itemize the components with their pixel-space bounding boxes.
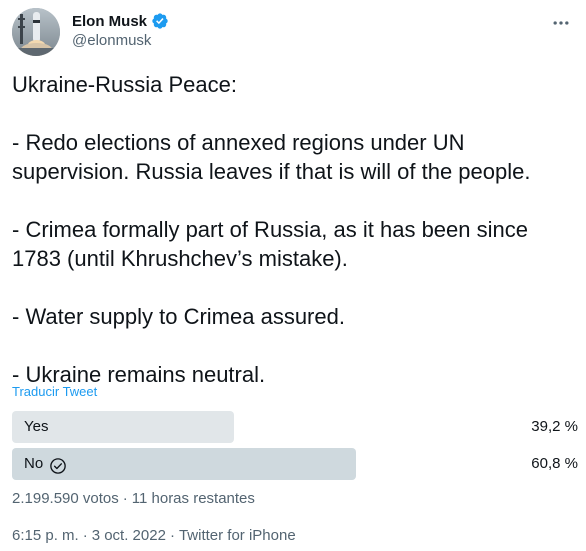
poll-option-text: No [24,455,44,472]
tweet-date[interactable]: 3 oct. 2022 [92,527,166,544]
poll-option-label: Yes [24,411,48,443]
translate-tweet-link[interactable]: Traducir Tweet [12,384,97,399]
tweet-source[interactable]: Twitter for iPhone [179,527,296,544]
poll-votes: 2.199.590 votos [12,490,119,507]
author-row: Elon Musk [72,11,169,31]
poll-option-percent: 60,8 % [531,455,578,472]
tweet-time[interactable]: 6:15 p. m. [12,527,79,544]
verified-badge-icon [151,12,169,30]
poll-meta: 2.199.590 votos · 11 horas restantes [12,490,255,507]
more-horizontal-icon [553,21,569,25]
separator: · [169,527,175,544]
tweet-timestamp: 6:15 p. m. · 3 oct. 2022 · Twitter for i… [12,527,296,544]
avatar[interactable] [12,8,60,56]
tweet-card: Elon Musk @elonmusk Ukraine-Russia Peace… [0,0,586,551]
tweet-text: Ukraine-Russia Peace: - Redo elections o… [12,72,531,387]
poll-option-no: No 60,8 % [12,448,578,480]
poll-option-text: Yes [24,418,49,435]
author-handle[interactable]: @elonmusk [72,32,151,49]
poll-remaining: 11 horas restantes [131,490,255,507]
separator: · [122,490,128,507]
author-name[interactable]: Elon Musk [72,13,147,30]
poll-option-yes: Yes 39,2 % [12,411,578,443]
rocket-launch-avatar [12,8,60,56]
poll-option-percent: 39,2 % [531,418,578,435]
check-circle-icon [49,455,67,474]
separator: · [82,527,88,544]
more-options-button[interactable] [544,6,578,40]
poll-option-label: No [24,448,67,480]
